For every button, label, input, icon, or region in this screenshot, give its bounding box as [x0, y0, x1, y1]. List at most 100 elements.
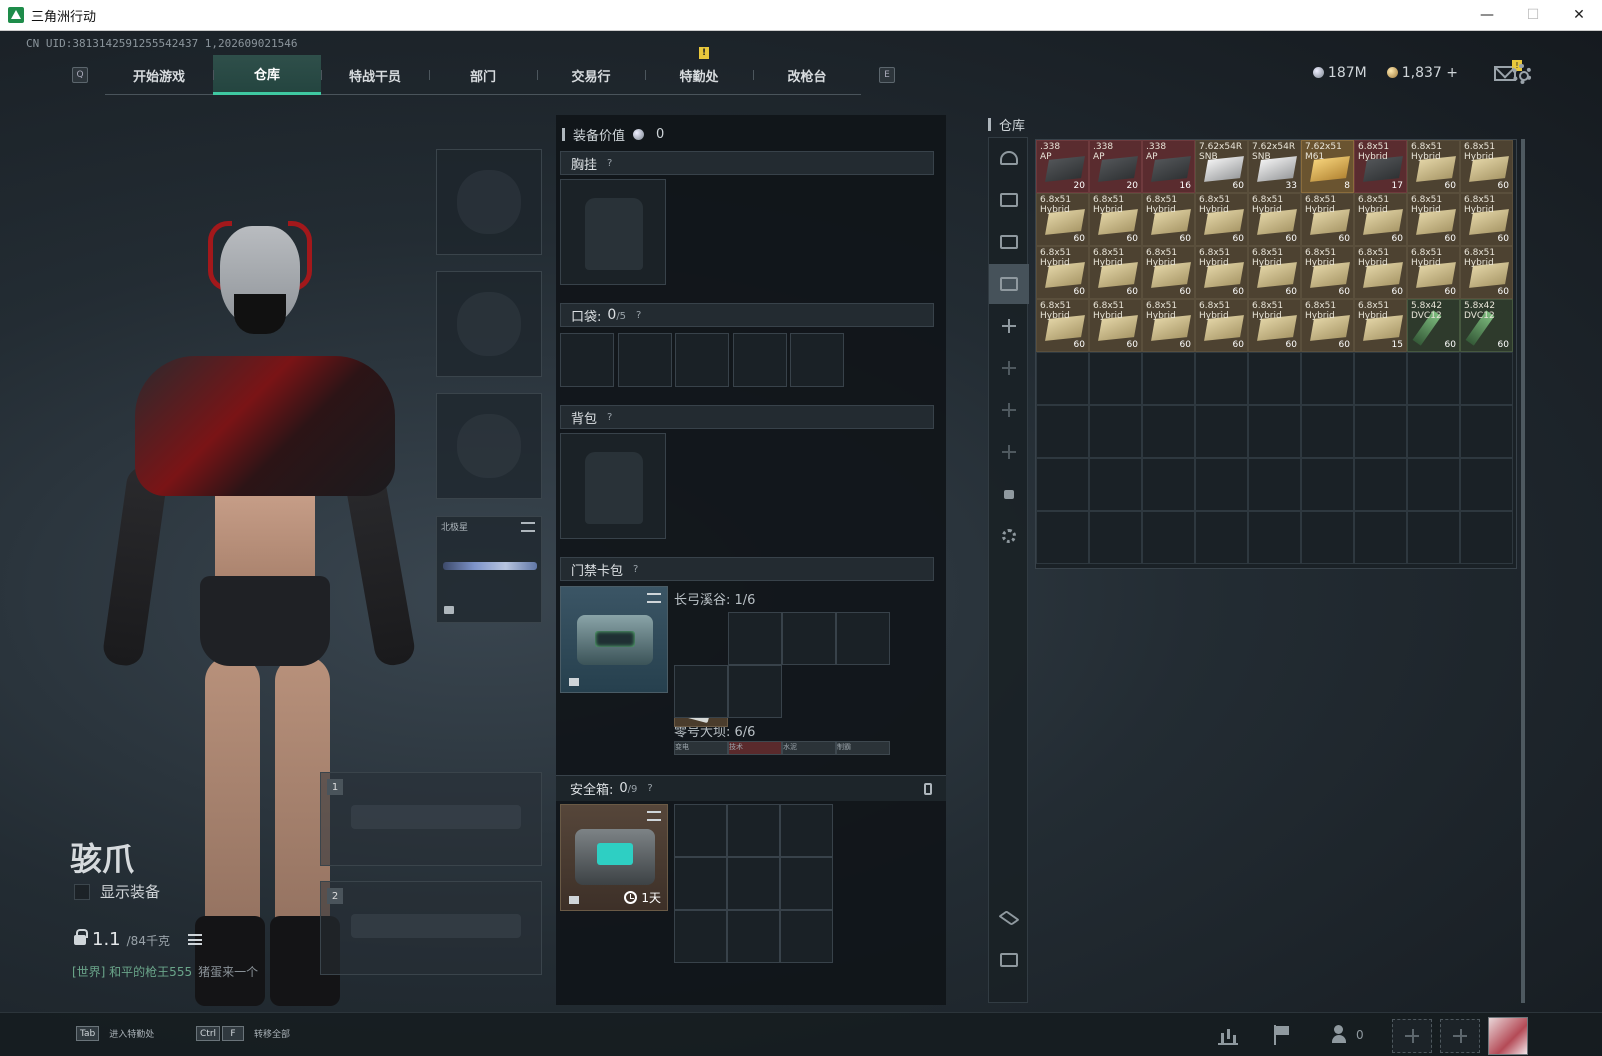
- helmet-slot[interactable]: [436, 149, 542, 255]
- warehouse-lock-tab[interactable]: [989, 474, 1029, 514]
- flag-icon[interactable]: [1272, 1025, 1292, 1045]
- ammo-item[interactable]: 6.8x51 Hybrid 60: [1195, 299, 1248, 352]
- keycard-grid-cell[interactable]: [836, 612, 890, 665]
- ammo-item[interactable]: 6.8x51 Hybrid 17: [1354, 140, 1407, 193]
- tab-start-game[interactable]: 开始游戏: [105, 55, 213, 95]
- warehouse-cell[interactable]: [1460, 352, 1513, 405]
- tab-gunsmith[interactable]: 改枪台: [753, 55, 861, 95]
- melee-slot[interactable]: 北极星: [436, 516, 542, 623]
- swap-icon[interactable]: [647, 593, 661, 603]
- hotkey-special-ops[interactable]: Tab 进入特勤处: [76, 1026, 154, 1041]
- warehouse-cell[interactable]: [1301, 458, 1354, 511]
- maximize-button[interactable]: ☐: [1510, 0, 1556, 30]
- close-button[interactable]: ✕: [1556, 0, 1602, 30]
- ammo-item[interactable]: 7.62x51 M61 8: [1301, 140, 1354, 193]
- tab-warehouse[interactable]: 仓库: [213, 55, 321, 95]
- ammo-item[interactable]: 6.8x51 Hybrid 60: [1354, 246, 1407, 299]
- keycard-grid-cell[interactable]: [674, 665, 728, 718]
- ammo-item[interactable]: 6.8x51 Hybrid 60: [1248, 299, 1301, 352]
- nav-next-key[interactable]: E: [879, 67, 895, 83]
- keycard-strip[interactable]: 制霸: [836, 741, 890, 755]
- player-avatar[interactable]: [1488, 1017, 1528, 1055]
- warehouse-cell[interactable]: [1036, 458, 1089, 511]
- warehouse-cell[interactable]: [1301, 405, 1354, 458]
- warehouse-cell[interactable]: [1142, 458, 1195, 511]
- pocket-slot[interactable]: [675, 333, 729, 387]
- keycard-strip[interactable]: 水泥: [782, 741, 836, 755]
- settings-gear-icon[interactable]: [1512, 64, 1532, 84]
- warehouse-cell[interactable]: [1460, 511, 1513, 564]
- ammo-item[interactable]: 6.8x51 Hybrid 60: [1195, 193, 1248, 246]
- ammo-item[interactable]: 6.8x51 Hybrid 15: [1354, 299, 1407, 352]
- minimize-button[interactable]: —: [1464, 0, 1510, 30]
- warehouse-cell[interactable]: [1407, 511, 1460, 564]
- warehouse-cell[interactable]: [1248, 405, 1301, 458]
- keycard-case-slot[interactable]: [560, 586, 668, 693]
- warehouse-cell[interactable]: [1089, 352, 1142, 405]
- add-currency-button[interactable]: +: [1446, 65, 1458, 81]
- pocket-slot[interactable]: [560, 333, 614, 387]
- warehouse-cell[interactable]: [1460, 458, 1513, 511]
- warehouse-cell[interactable]: [1248, 352, 1301, 405]
- keycard-grid-cell[interactable]: [782, 612, 836, 665]
- ammo-item[interactable]: 6.8x51 Hybrid 60: [1460, 246, 1513, 299]
- warehouse-settings-tab[interactable]: [989, 516, 1029, 556]
- help-icon[interactable]: ?: [633, 564, 638, 575]
- warehouse-cell[interactable]: [1248, 511, 1301, 564]
- warehouse-cell[interactable]: [1036, 511, 1089, 564]
- safe-box-cell[interactable]: [780, 804, 833, 857]
- warehouse-cell[interactable]: [1089, 405, 1142, 458]
- ammo-item[interactable]: 6.8x51 Hybrid 60: [1142, 299, 1195, 352]
- ammo-item[interactable]: 6.8x51 Hybrid 60: [1089, 299, 1142, 352]
- pin-icon[interactable]: [924, 783, 932, 795]
- safe-box-cell[interactable]: [727, 857, 780, 910]
- warehouse-cell[interactable]: [1142, 405, 1195, 458]
- safe-box-cell[interactable]: [674, 804, 727, 857]
- warehouse-tier4-tab[interactable]: [989, 222, 1029, 262]
- help-icon[interactable]: ?: [647, 783, 652, 794]
- ammo-item[interactable]: 6.8x51 Hybrid 60: [1142, 193, 1195, 246]
- warehouse-cell[interactable]: [1142, 511, 1195, 564]
- warehouse-scrollbar[interactable]: [1521, 139, 1525, 1003]
- warehouse-cell[interactable]: [1036, 352, 1089, 405]
- ammo-item[interactable]: 6.8x51 Hybrid 60: [1460, 193, 1513, 246]
- primary-weapon-slot-2[interactable]: 2: [320, 881, 542, 975]
- warehouse-add-tab[interactable]: [989, 432, 1029, 472]
- warehouse-cell[interactable]: [1407, 405, 1460, 458]
- keycard-grid-cell[interactable]: [728, 665, 782, 718]
- add-party-slot[interactable]: [1440, 1019, 1480, 1053]
- ammo-item[interactable]: .338 AP 20: [1089, 140, 1142, 193]
- backpack-slot[interactable]: [560, 433, 666, 539]
- warehouse-transfer-button[interactable]: [989, 940, 1029, 980]
- safe-box-cell[interactable]: [674, 910, 727, 963]
- keycard-grid-cell[interactable]: [728, 612, 782, 665]
- ammo-item[interactable]: 6.8x51 Hybrid 60: [1036, 299, 1089, 352]
- pistol-slot[interactable]: [436, 393, 542, 499]
- warehouse-cell[interactable]: [1354, 458, 1407, 511]
- warehouse-cell[interactable]: [1407, 352, 1460, 405]
- ammo-item[interactable]: 6.8x51 Hybrid 60: [1036, 193, 1089, 246]
- warehouse-cell[interactable]: [1195, 405, 1248, 458]
- warehouse-tier3-tab[interactable]: [989, 264, 1029, 304]
- warehouse-sort-button[interactable]: [989, 898, 1029, 938]
- ammo-item[interactable]: 6.8x51 Hybrid 60: [1301, 299, 1354, 352]
- warehouse-add-tab[interactable]: [989, 348, 1029, 388]
- nav-prev-key[interactable]: Q: [72, 67, 88, 83]
- ammo-item[interactable]: 6.8x51 Hybrid 60: [1407, 140, 1460, 193]
- list-icon[interactable]: [187, 934, 202, 945]
- keycard-strip[interactable]: 技术: [728, 741, 782, 755]
- ammo-item[interactable]: 6.8x51 Hybrid 60: [1354, 193, 1407, 246]
- armor-slot[interactable]: [436, 271, 542, 377]
- safe-box-slot[interactable]: 1天: [560, 804, 668, 911]
- ammo-item[interactable]: 6.8x51 Hybrid 60: [1089, 246, 1142, 299]
- safe-box-cell[interactable]: [727, 804, 780, 857]
- tab-special-ops[interactable]: 特勤处 !: [645, 47, 753, 95]
- tab-department[interactable]: 部门: [429, 55, 537, 95]
- pocket-slot[interactable]: [733, 333, 787, 387]
- pocket-slot[interactable]: [790, 333, 844, 387]
- swap-icon[interactable]: [647, 811, 661, 821]
- ammo-item[interactable]: .338 AP 20: [1036, 140, 1089, 193]
- safe-box-cell[interactable]: [780, 857, 833, 910]
- add-party-slot[interactable]: [1392, 1019, 1432, 1053]
- ammo-item[interactable]: 5.8x42 DVC12 60: [1460, 299, 1513, 352]
